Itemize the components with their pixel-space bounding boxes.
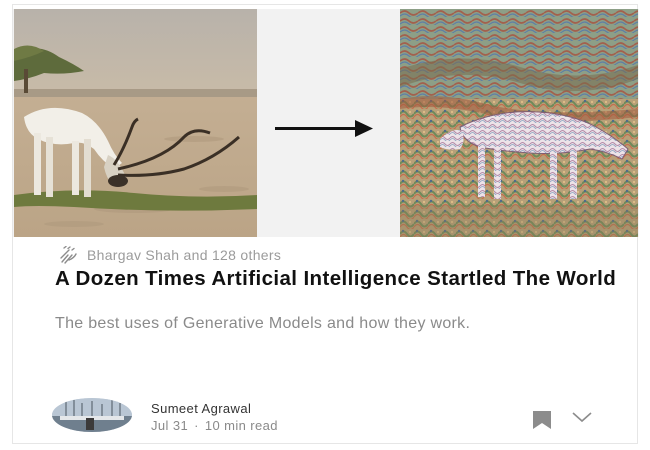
original-photo [14,9,257,237]
read-time: 10 min read [204,418,278,433]
author-name[interactable]: Sumeet Agrawal [151,401,251,416]
story-date: Jul 31 [151,418,189,433]
story-subtitle[interactable]: The best uses of Generative Models and h… [55,314,615,334]
author-avatar[interactable] [52,398,132,432]
chevron-down-icon[interactable] [571,410,593,424]
recommend-row: Bhargav Shah and 128 others [57,245,281,264]
right-arrow-icon [275,119,375,137]
clap-icon[interactable] [57,245,79,264]
story-meta: Jul 31 · 10 min read [151,418,278,433]
story-title[interactable]: A Dozen Times Artificial Intelligence St… [55,267,625,290]
bookmark-icon[interactable] [531,410,553,430]
recommend-text[interactable]: Bhargav Shah and 128 others [87,247,281,263]
generated-image [400,9,638,237]
hero-image-area[interactable] [13,9,639,237]
story-card[interactable]: Bhargav Shah and 128 others A Dozen Time… [12,4,639,444]
meta-separator: · [194,418,199,433]
